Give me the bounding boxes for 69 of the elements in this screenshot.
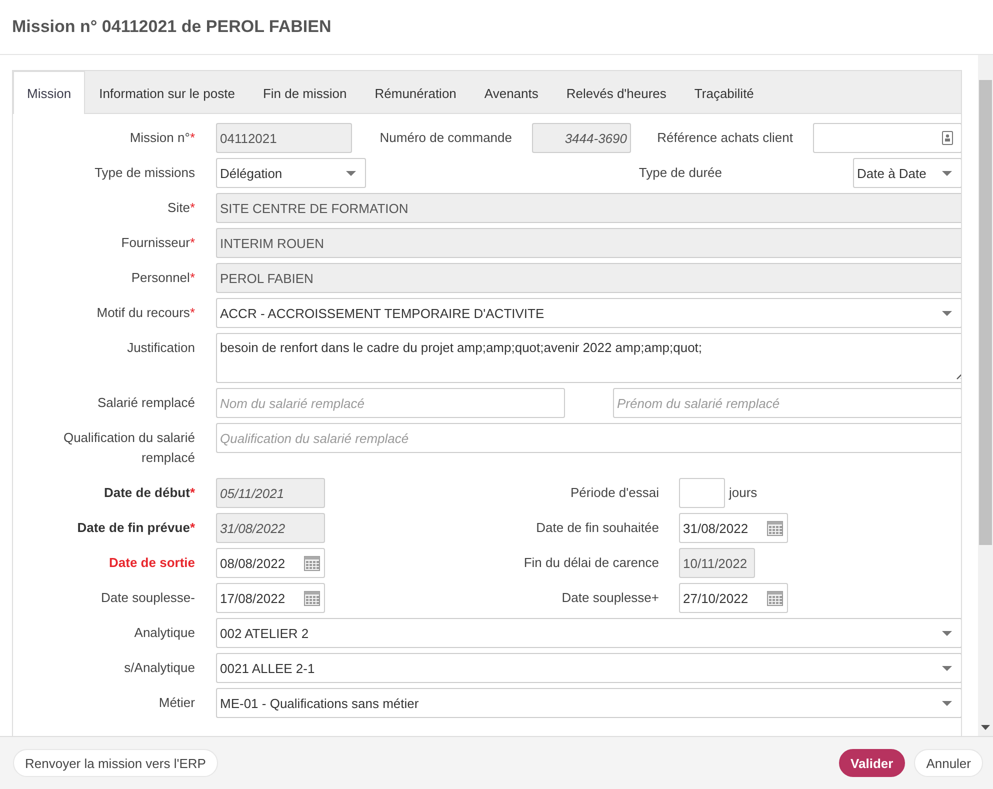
tab[interactable]: Mission	[13, 71, 86, 114]
tab[interactable]: Information sur le poste	[85, 72, 249, 114]
dropdown[interactable]: Date à Date	[853, 158, 961, 188]
calendar-icon	[304, 556, 320, 570]
resend-button[interactable]: Renvoyer la mission vers l'ERP	[13, 749, 218, 777]
readonly-field: 10/11/2022	[679, 548, 755, 578]
caret-icon	[942, 630, 952, 636]
field-label: Date souplesse-	[100, 589, 195, 607]
field-label: Salarié remplacé	[96, 394, 195, 412]
input-field[interactable]	[679, 478, 725, 508]
field-label: Type de durée	[638, 164, 722, 182]
scrollbar[interactable]	[978, 55, 993, 736]
tab[interactable]: Relevés d'heures	[552, 72, 680, 114]
dropdown[interactable]: Délégation	[216, 158, 366, 188]
validate-button[interactable]: Valider	[838, 749, 906, 777]
field-label: Date de fin prévue*	[76, 519, 195, 537]
contact-card-icon	[942, 131, 953, 145]
field-label: Référence achats client	[656, 129, 793, 147]
caret-icon	[346, 170, 356, 176]
date-field[interactable]: 08/08/2022	[216, 548, 325, 578]
tab[interactable]: Avenants	[470, 72, 552, 114]
dropdown[interactable]: 002 ATELIER 2	[216, 618, 961, 648]
field-label: Période d'essai	[570, 484, 659, 502]
readonly-field: 04112021	[216, 123, 352, 153]
dropdown[interactable]: ME-01 - Qualifications sans métier	[216, 688, 961, 718]
date-field[interactable]: 17/08/2022	[216, 583, 325, 613]
field-label: Date souplesse+	[560, 589, 659, 607]
calendar-icon	[304, 590, 320, 606]
field-label: Personnel*	[130, 269, 195, 287]
tab[interactable]: Rémunération	[360, 72, 470, 114]
field-label: Date de sortie	[108, 554, 195, 572]
dropdown[interactable]: ACCR - ACCROISSEMENT TEMPORAIRE D'ACTIVITE	[216, 298, 961, 328]
field-label: Date de fin souhaitée	[535, 519, 659, 537]
caret-icon	[942, 666, 952, 670]
tab[interactable]: Traçabilité	[680, 72, 768, 114]
caret-icon	[942, 700, 952, 706]
field-label: Analytique	[133, 624, 195, 642]
caret-icon	[942, 170, 952, 176]
date-field[interactable]: 27/10/2022	[679, 583, 788, 613]
field-label: Fin du délai de carence	[522, 554, 659, 572]
readonly-field: INTERIM ROUEN	[216, 228, 961, 258]
field-label: Mission n°*	[128, 129, 195, 147]
dialog-title: Mission n° 04112021 de PEROL FABIEN	[12, 17, 332, 37]
field-label: Justification	[126, 339, 195, 357]
field-label: Fournisseur*	[120, 234, 195, 252]
cancel-button[interactable]: Annuler	[914, 749, 983, 777]
readonly-field: SITE CENTRE DE FORMATION	[216, 193, 961, 223]
field-label: Qualification du salarié remplacé	[62, 429, 195, 467]
field-label: Type de missions	[94, 164, 195, 182]
text-area[interactable]: besoin de renfort dans le cadre du projet amp;amp;quot;avenir 2022 amp;amp;quot;	[216, 333, 961, 383]
scroll-down-icon	[981, 725, 990, 730]
calendar-icon	[767, 590, 783, 606]
tab[interactable]: Fin de mission	[248, 72, 361, 114]
field-label: Site*	[166, 199, 195, 217]
lookup-field[interactable]	[813, 123, 961, 153]
field-label: s/Analytique	[123, 659, 195, 677]
unit-label: jours	[729, 484, 758, 502]
field-label: Date de début*	[102, 484, 195, 502]
field-label: Métier	[158, 694, 195, 712]
readonly-field: 3444-3690	[532, 123, 631, 153]
readonly-field: 31/08/2022	[216, 513, 325, 543]
calendar-icon	[767, 520, 783, 536]
caret-icon	[942, 310, 952, 316]
dropdown[interactable]: 0021 ALLEE 2-1	[216, 653, 961, 683]
readonly-field: PEROL FABIEN	[216, 263, 961, 293]
field-label: Motif du recours*	[96, 304, 195, 322]
field-label: Numéro de commande	[378, 129, 512, 147]
readonly-field: 05/11/2021	[216, 478, 325, 508]
date-field[interactable]: 31/08/2022	[679, 513, 788, 543]
